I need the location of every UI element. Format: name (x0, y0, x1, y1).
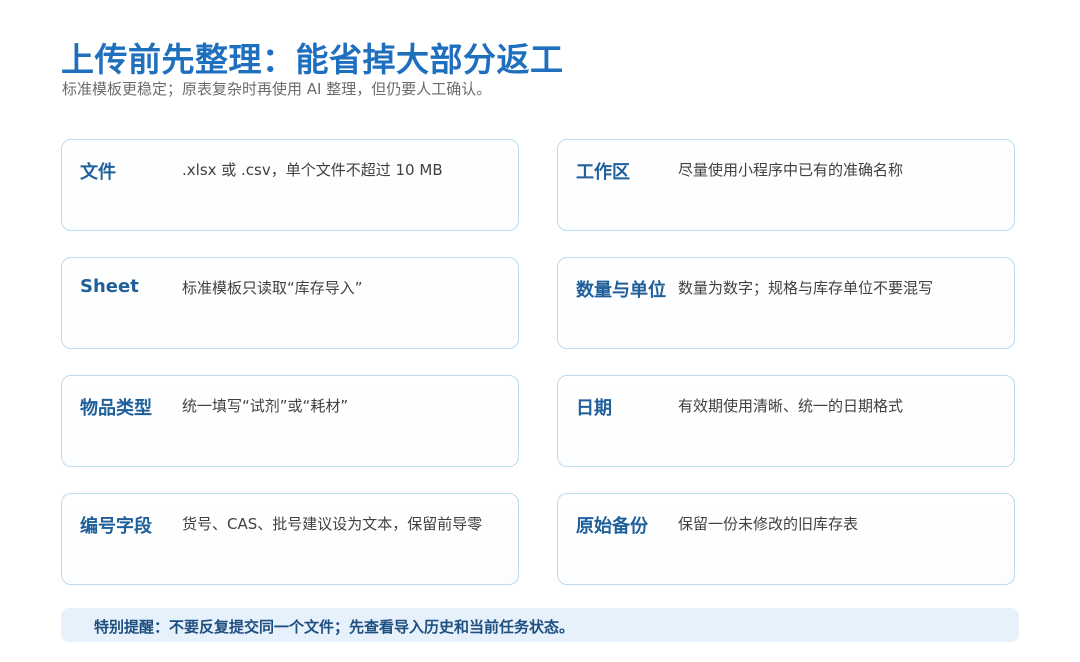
card-value: 保留一份未修改的旧库存表 (678, 515, 859, 533)
reminder-text: 特别提醒：不要反复提交同一个文件；先查看导入历史和当前任务状态。 (94, 618, 575, 636)
card-label: Sheet (80, 276, 139, 297)
card-value: .xlsx 或 .csv，单个文件不超过 10 MB (182, 161, 443, 179)
card-backup: 原始备份 保留一份未修改的旧库存表 (557, 493, 1015, 585)
card-label: 文件 (80, 162, 116, 183)
page-subtitle: 标准模板更稳定；原表复杂时再使用 AI 整理，但仍要人工确认。 (62, 80, 492, 98)
card-workspace: 工作区 尽量使用小程序中已有的准确名称 (557, 139, 1015, 231)
card-sheet: Sheet 标准模板只读取“库存导入” (61, 257, 519, 349)
card-label: 物品类型 (80, 398, 152, 419)
card-label: 编号字段 (80, 516, 152, 537)
card-id-fields: 编号字段 货号、CAS、批号建议设为文本，保留前导零 (61, 493, 519, 585)
card-label: 日期 (576, 398, 612, 419)
card-label: 原始备份 (576, 516, 648, 537)
card-quantity-unit: 数量与单位 数量为数字；规格与库存单位不要混写 (557, 257, 1015, 349)
card-value: 标准模板只读取“库存导入” (182, 279, 363, 297)
card-label: 数量与单位 (576, 280, 666, 301)
card-value: 货号、CAS、批号建议设为文本，保留前导零 (182, 515, 483, 533)
card-file: 文件 .xlsx 或 .csv，单个文件不超过 10 MB (61, 139, 519, 231)
card-value: 数量为数字；规格与库存单位不要混写 (678, 279, 934, 297)
card-item-type: 物品类型 统一填写“试剂”或“耗材” (61, 375, 519, 467)
card-value: 尽量使用小程序中已有的准确名称 (678, 161, 904, 179)
reminder-banner: 特别提醒：不要反复提交同一个文件；先查看导入历史和当前任务状态。 (61, 608, 1019, 642)
page-title: 上传前先整理：能省掉大部分返工 (61, 40, 564, 79)
card-value: 有效期使用清晰、统一的日期格式 (678, 397, 904, 415)
card-value: 统一填写“试剂”或“耗材” (182, 397, 349, 415)
card-label: 工作区 (576, 162, 630, 183)
card-date: 日期 有效期使用清晰、统一的日期格式 (557, 375, 1015, 467)
